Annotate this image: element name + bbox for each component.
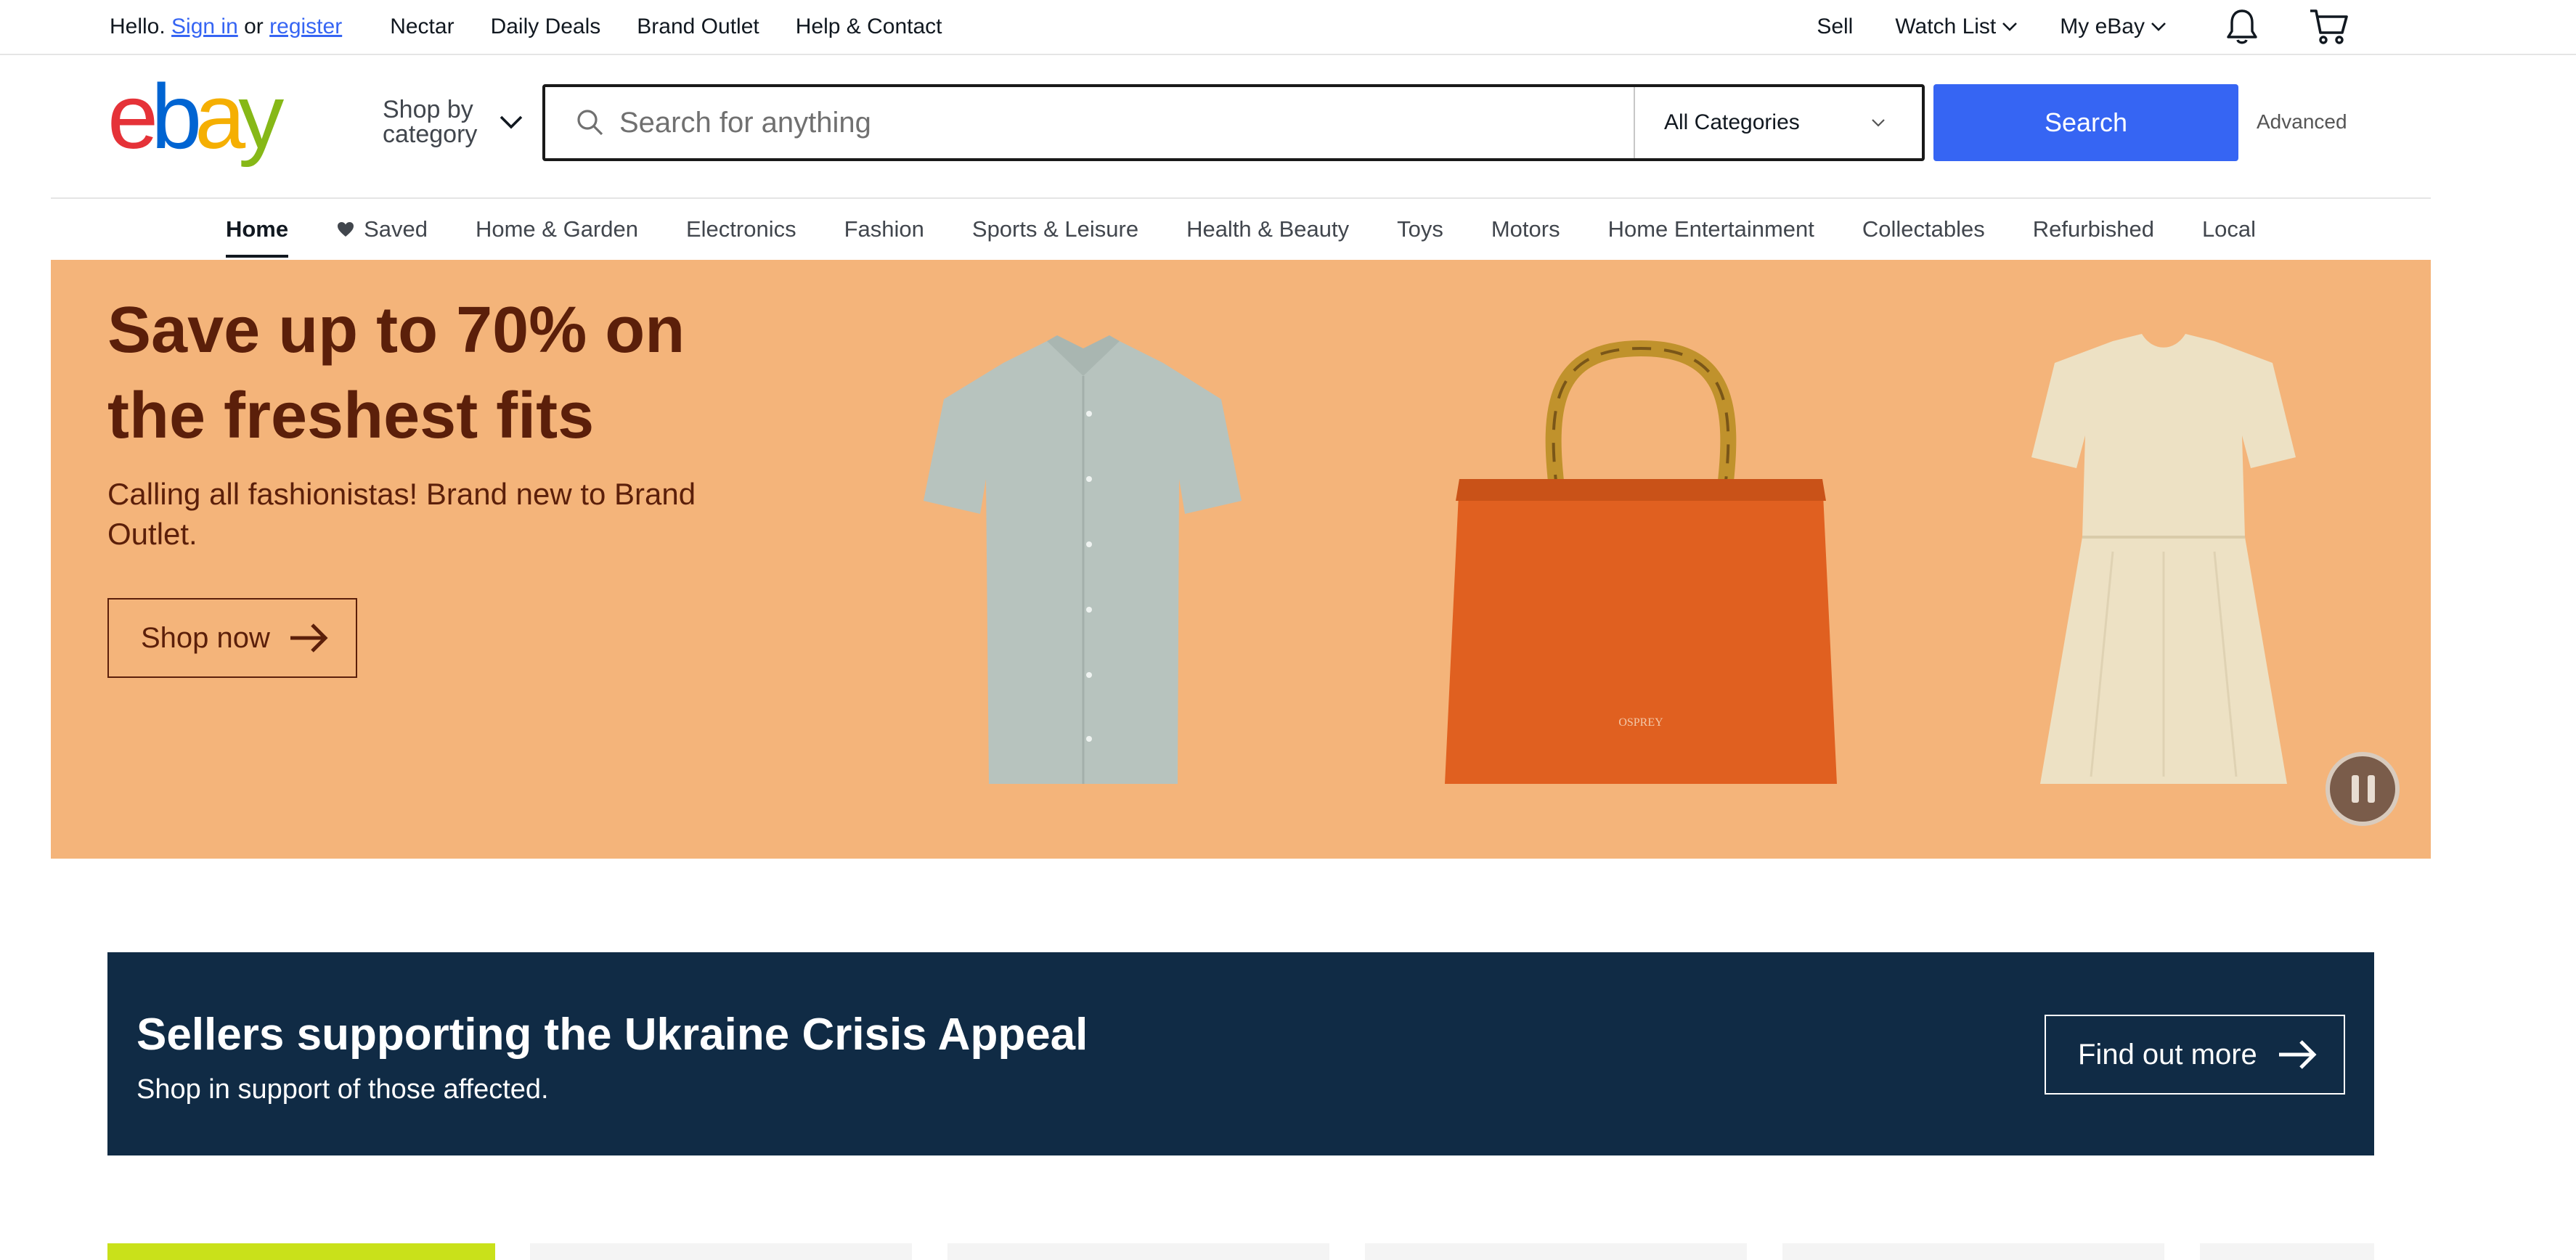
nav-item-toys[interactable]: Toys <box>1397 198 1443 261</box>
promo-tile[interactable] <box>1782 1243 2164 1260</box>
nav-item-health-beauty[interactable]: Health & Beauty <box>1186 198 1349 261</box>
promo-tile[interactable] <box>2200 1243 2374 1260</box>
category-select-value: All Categories <box>1664 110 1800 134</box>
shirt-button <box>1086 476 1092 482</box>
nav-item-refurbished[interactable]: Refurbished <box>2033 198 2154 261</box>
category-nav: Home Saved Home & Garden Electronics Fas… <box>51 197 2431 260</box>
nav-item-label: Sports & Leisure <box>971 216 1139 242</box>
nav-item-saved[interactable]: Saved <box>336 198 428 261</box>
search-bar: All Categories <box>542 84 1925 161</box>
daily-deals-link[interactable]: Daily Deals <box>491 15 601 39</box>
chevron-down-icon <box>2002 22 2018 31</box>
search-button[interactable]: Search <box>1933 84 2238 161</box>
promo-tile[interactable] <box>1365 1243 1747 1260</box>
nav-item-label: Refurbished <box>2032 216 2154 242</box>
shop-by-category-button[interactable]: Shop by category <box>383 97 523 147</box>
nav-item-electronics[interactable]: Electronics <box>686 198 796 261</box>
notification-bell-icon[interactable] <box>2225 8 2259 46</box>
shop-now-button[interactable]: Shop now <box>107 598 357 678</box>
chevron-down-icon <box>1872 119 1885 127</box>
handbag-image: OSPREY <box>1445 340 1837 784</box>
register-link[interactable]: register <box>269 15 342 38</box>
watch-list-menu[interactable]: Watch List <box>1895 15 2018 39</box>
nav-item-label: Home <box>225 216 289 242</box>
arrow-right-icon <box>2278 1040 2317 1069</box>
ukraine-banner-subtitle: Shop in support of those affected. <box>136 1074 549 1105</box>
nav-item-label: Collectables <box>1862 216 1985 242</box>
nav-item-collectables[interactable]: Collectables <box>1862 198 1985 261</box>
brand-outlet-link[interactable]: Brand Outlet <box>637 15 759 39</box>
sign-in-link[interactable]: Sign in <box>171 15 238 38</box>
greeting-text: Hello. <box>110 15 166 38</box>
bag-brand-label: OSPREY <box>1618 716 1663 729</box>
shirt-button <box>1086 541 1092 547</box>
nav-item-label: Local <box>2201 216 2257 242</box>
find-out-more-button[interactable]: Find out more <box>2045 1015 2345 1095</box>
nectar-link[interactable]: Nectar <box>390 15 454 39</box>
nav-item-label: Home Entertainment <box>1607 216 1814 242</box>
advanced-search-link[interactable]: Advanced <box>2257 110 2347 134</box>
top-utility-bar: Hello. Sign in or register Nectar Daily … <box>0 0 2576 55</box>
search-input[interactable] <box>619 106 1607 139</box>
svg-text:ebay: ebay <box>107 78 284 168</box>
arrow-right-icon <box>290 623 328 652</box>
shop-now-label: Shop now <box>141 621 270 654</box>
greeting: Hello. Sign in or register <box>110 15 342 39</box>
my-ebay-menu[interactable]: My eBay <box>2060 15 2167 39</box>
search-icon <box>577 110 603 136</box>
shirt-button <box>1086 607 1092 613</box>
ukraine-appeal-banner: Sellers supporting the Ukraine Crisis Ap… <box>107 952 2374 1155</box>
shirt-button <box>1086 736 1092 742</box>
promo-tile[interactable] <box>530 1243 912 1260</box>
find-out-more-label: Find out more <box>2078 1038 2257 1071</box>
heart-icon <box>338 222 354 237</box>
hero-banner[interactable]: Save up to 70% on the freshest fits Call… <box>51 260 2431 859</box>
dress-image <box>2031 334 2296 784</box>
category-select[interactable]: All Categories <box>1634 87 1922 158</box>
nav-item-label: Saved <box>364 216 428 242</box>
ukraine-banner-title: Sellers supporting the Ukraine Crisis Ap… <box>136 1010 1088 1060</box>
shirt-image <box>924 335 1242 784</box>
sell-link[interactable]: Sell <box>1817 15 1853 39</box>
help-contact-link[interactable]: Help & Contact <box>796 15 942 39</box>
promo-tile[interactable] <box>107 1243 495 1260</box>
nav-item-label: Electronics <box>685 216 796 242</box>
my-ebay-label: My eBay <box>2060 15 2145 38</box>
nav-item-home-entertainment[interactable]: Home Entertainment <box>1608 198 1814 261</box>
hero-title: Save up to 70% on the freshest fits <box>107 294 685 452</box>
nav-item-label: Health & Beauty <box>1186 216 1350 242</box>
nav-item-home[interactable]: Home <box>225 198 289 261</box>
shirt-button <box>1086 672 1092 678</box>
nav-item-label: Toys <box>1397 216 1443 242</box>
or-text: or <box>244 15 264 38</box>
nav-item-label: Fashion <box>844 216 924 242</box>
shirt-button <box>1086 411 1092 417</box>
shop-by-category-label: Shop by category <box>383 96 478 148</box>
nav-item-label: Home & Garden <box>475 216 638 242</box>
chevron-down-icon <box>2151 22 2166 31</box>
pause-carousel-button[interactable] <box>2326 752 2400 826</box>
sell-label: Sell <box>1817 15 1854 38</box>
chevron-down-icon <box>500 115 523 129</box>
ebay-logo[interactable]: ebay <box>107 65 322 168</box>
nav-item-home-garden[interactable]: Home & Garden <box>476 198 638 261</box>
watch-list-label: Watch List <box>1895 15 1997 38</box>
cart-icon[interactable] <box>2309 8 2349 46</box>
nav-item-sports-leisure[interactable]: Sports & Leisure <box>972 198 1138 261</box>
promo-tile[interactable] <box>947 1243 1329 1260</box>
hero-subtitle: Calling all fashionistas! Brand new to B… <box>107 477 696 551</box>
nav-item-motors[interactable]: Motors <box>1491 198 1560 261</box>
nav-item-label: Motors <box>1491 216 1560 242</box>
top-right-links: Sell Watch List My eBay <box>1774 0 2349 54</box>
top-left-links: Hello. Sign in or register Nectar Daily … <box>110 0 979 54</box>
nav-item-local[interactable]: Local <box>2202 198 2256 261</box>
nav-item-fashion[interactable]: Fashion <box>844 198 924 261</box>
